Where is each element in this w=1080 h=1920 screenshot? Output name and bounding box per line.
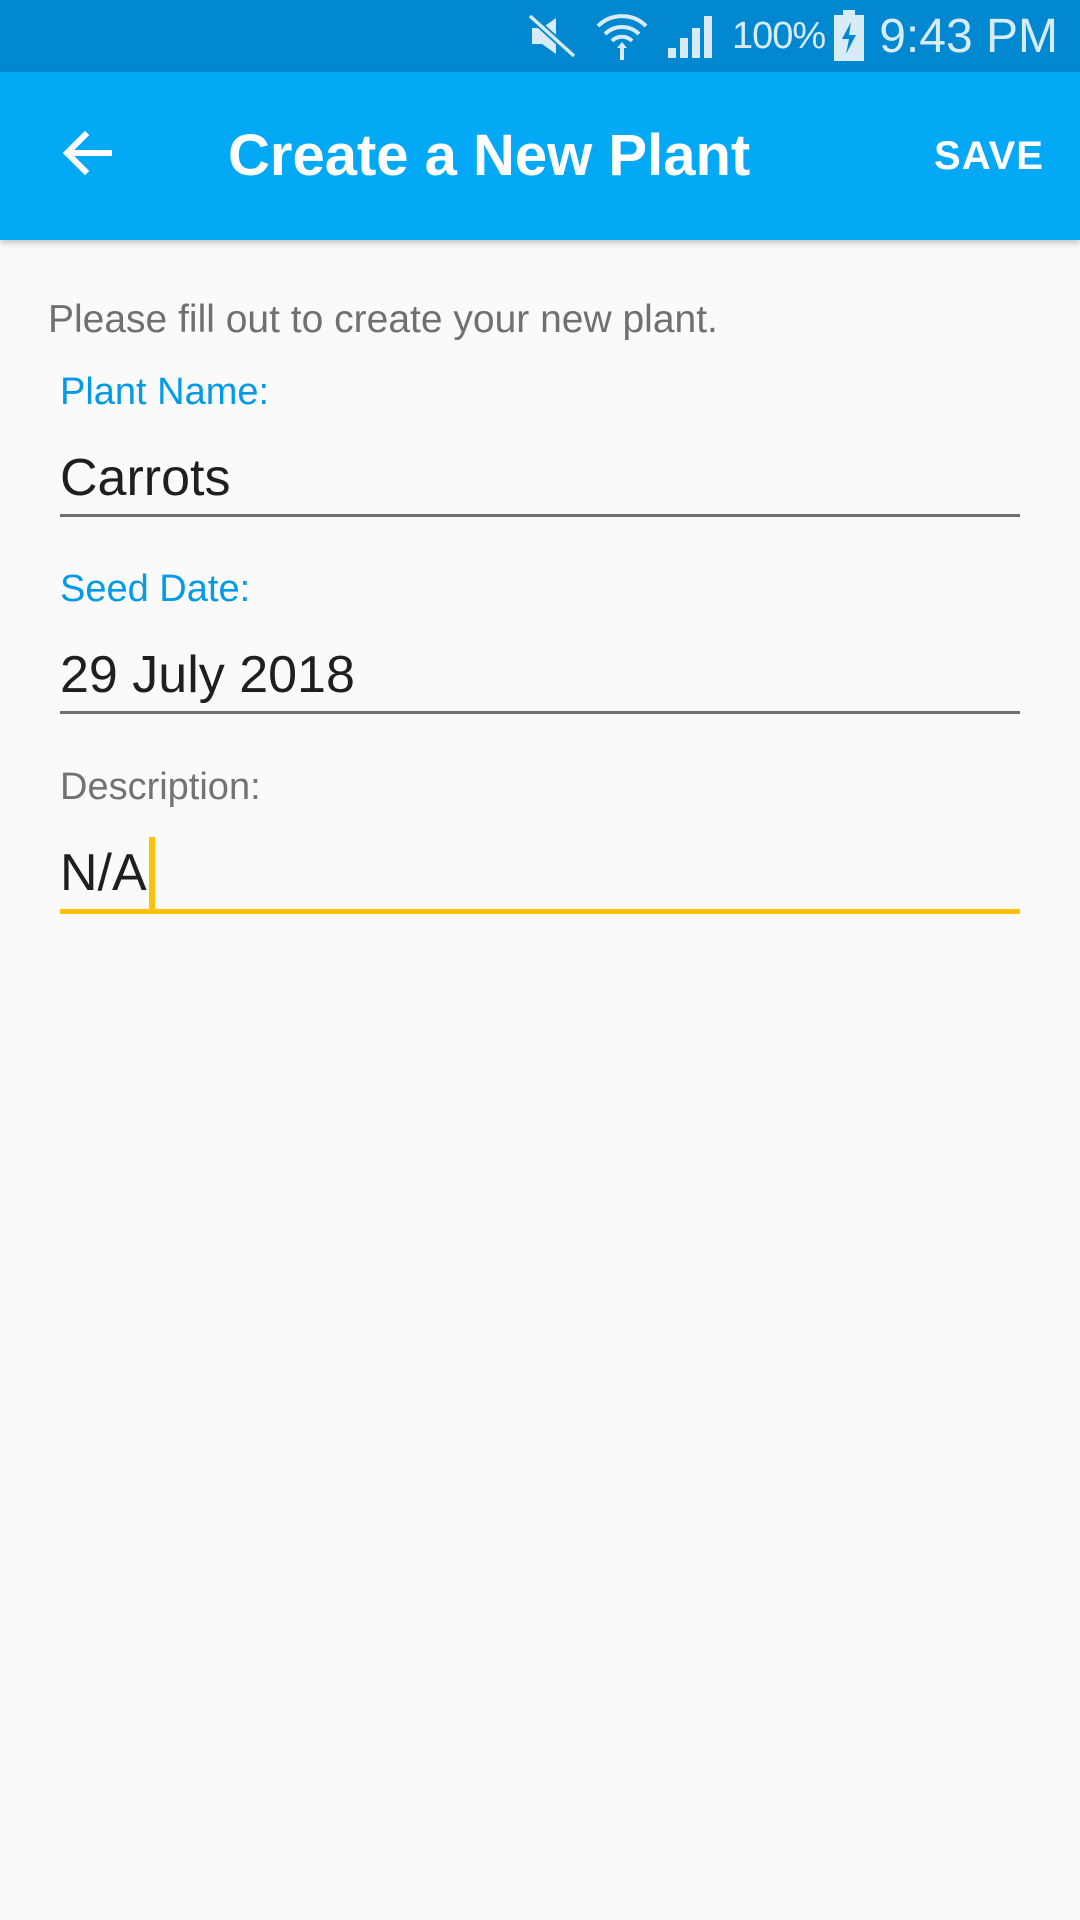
- description-value: N/A: [60, 844, 147, 902]
- arrow-back-icon: [61, 127, 113, 184]
- back-button[interactable]: [42, 110, 132, 200]
- seed-date-input[interactable]: 29 July 2018: [60, 639, 1020, 714]
- plant-name-input[interactable]: Carrots: [60, 442, 1020, 517]
- battery-charging-icon: [833, 10, 865, 62]
- wifi-icon: [594, 8, 650, 64]
- mute-icon: [526, 12, 578, 60]
- plant-name-field-group: Plant Name: Carrots: [60, 368, 1020, 517]
- status-bar: 100% 9:43 PM: [0, 0, 1080, 72]
- app-bar: Create a New Plant SAVE: [0, 72, 1080, 240]
- description-input[interactable]: N/A: [60, 837, 1020, 914]
- description-field-group: Description: N/A: [60, 763, 1020, 914]
- battery-percent: 100%: [732, 14, 826, 57]
- seed-date-label: Seed Date:: [60, 568, 251, 610]
- plant-name-label: Plant Name:: [60, 371, 270, 413]
- seed-date-field-group: Seed Date: 29 July 2018: [60, 565, 1020, 714]
- description-label: Description:: [60, 766, 261, 808]
- plant-name-value: Carrots: [60, 449, 231, 507]
- form-intro-text: Please fill out to create your new plant…: [48, 298, 718, 341]
- clock: 9:43 PM: [879, 9, 1058, 63]
- save-button[interactable]: SAVE: [934, 128, 1044, 184]
- signal-icon: [666, 12, 716, 60]
- seed-date-value: 29 July 2018: [60, 646, 355, 704]
- text-cursor: [148, 837, 155, 909]
- page-title: Create a New Plant: [228, 123, 751, 188]
